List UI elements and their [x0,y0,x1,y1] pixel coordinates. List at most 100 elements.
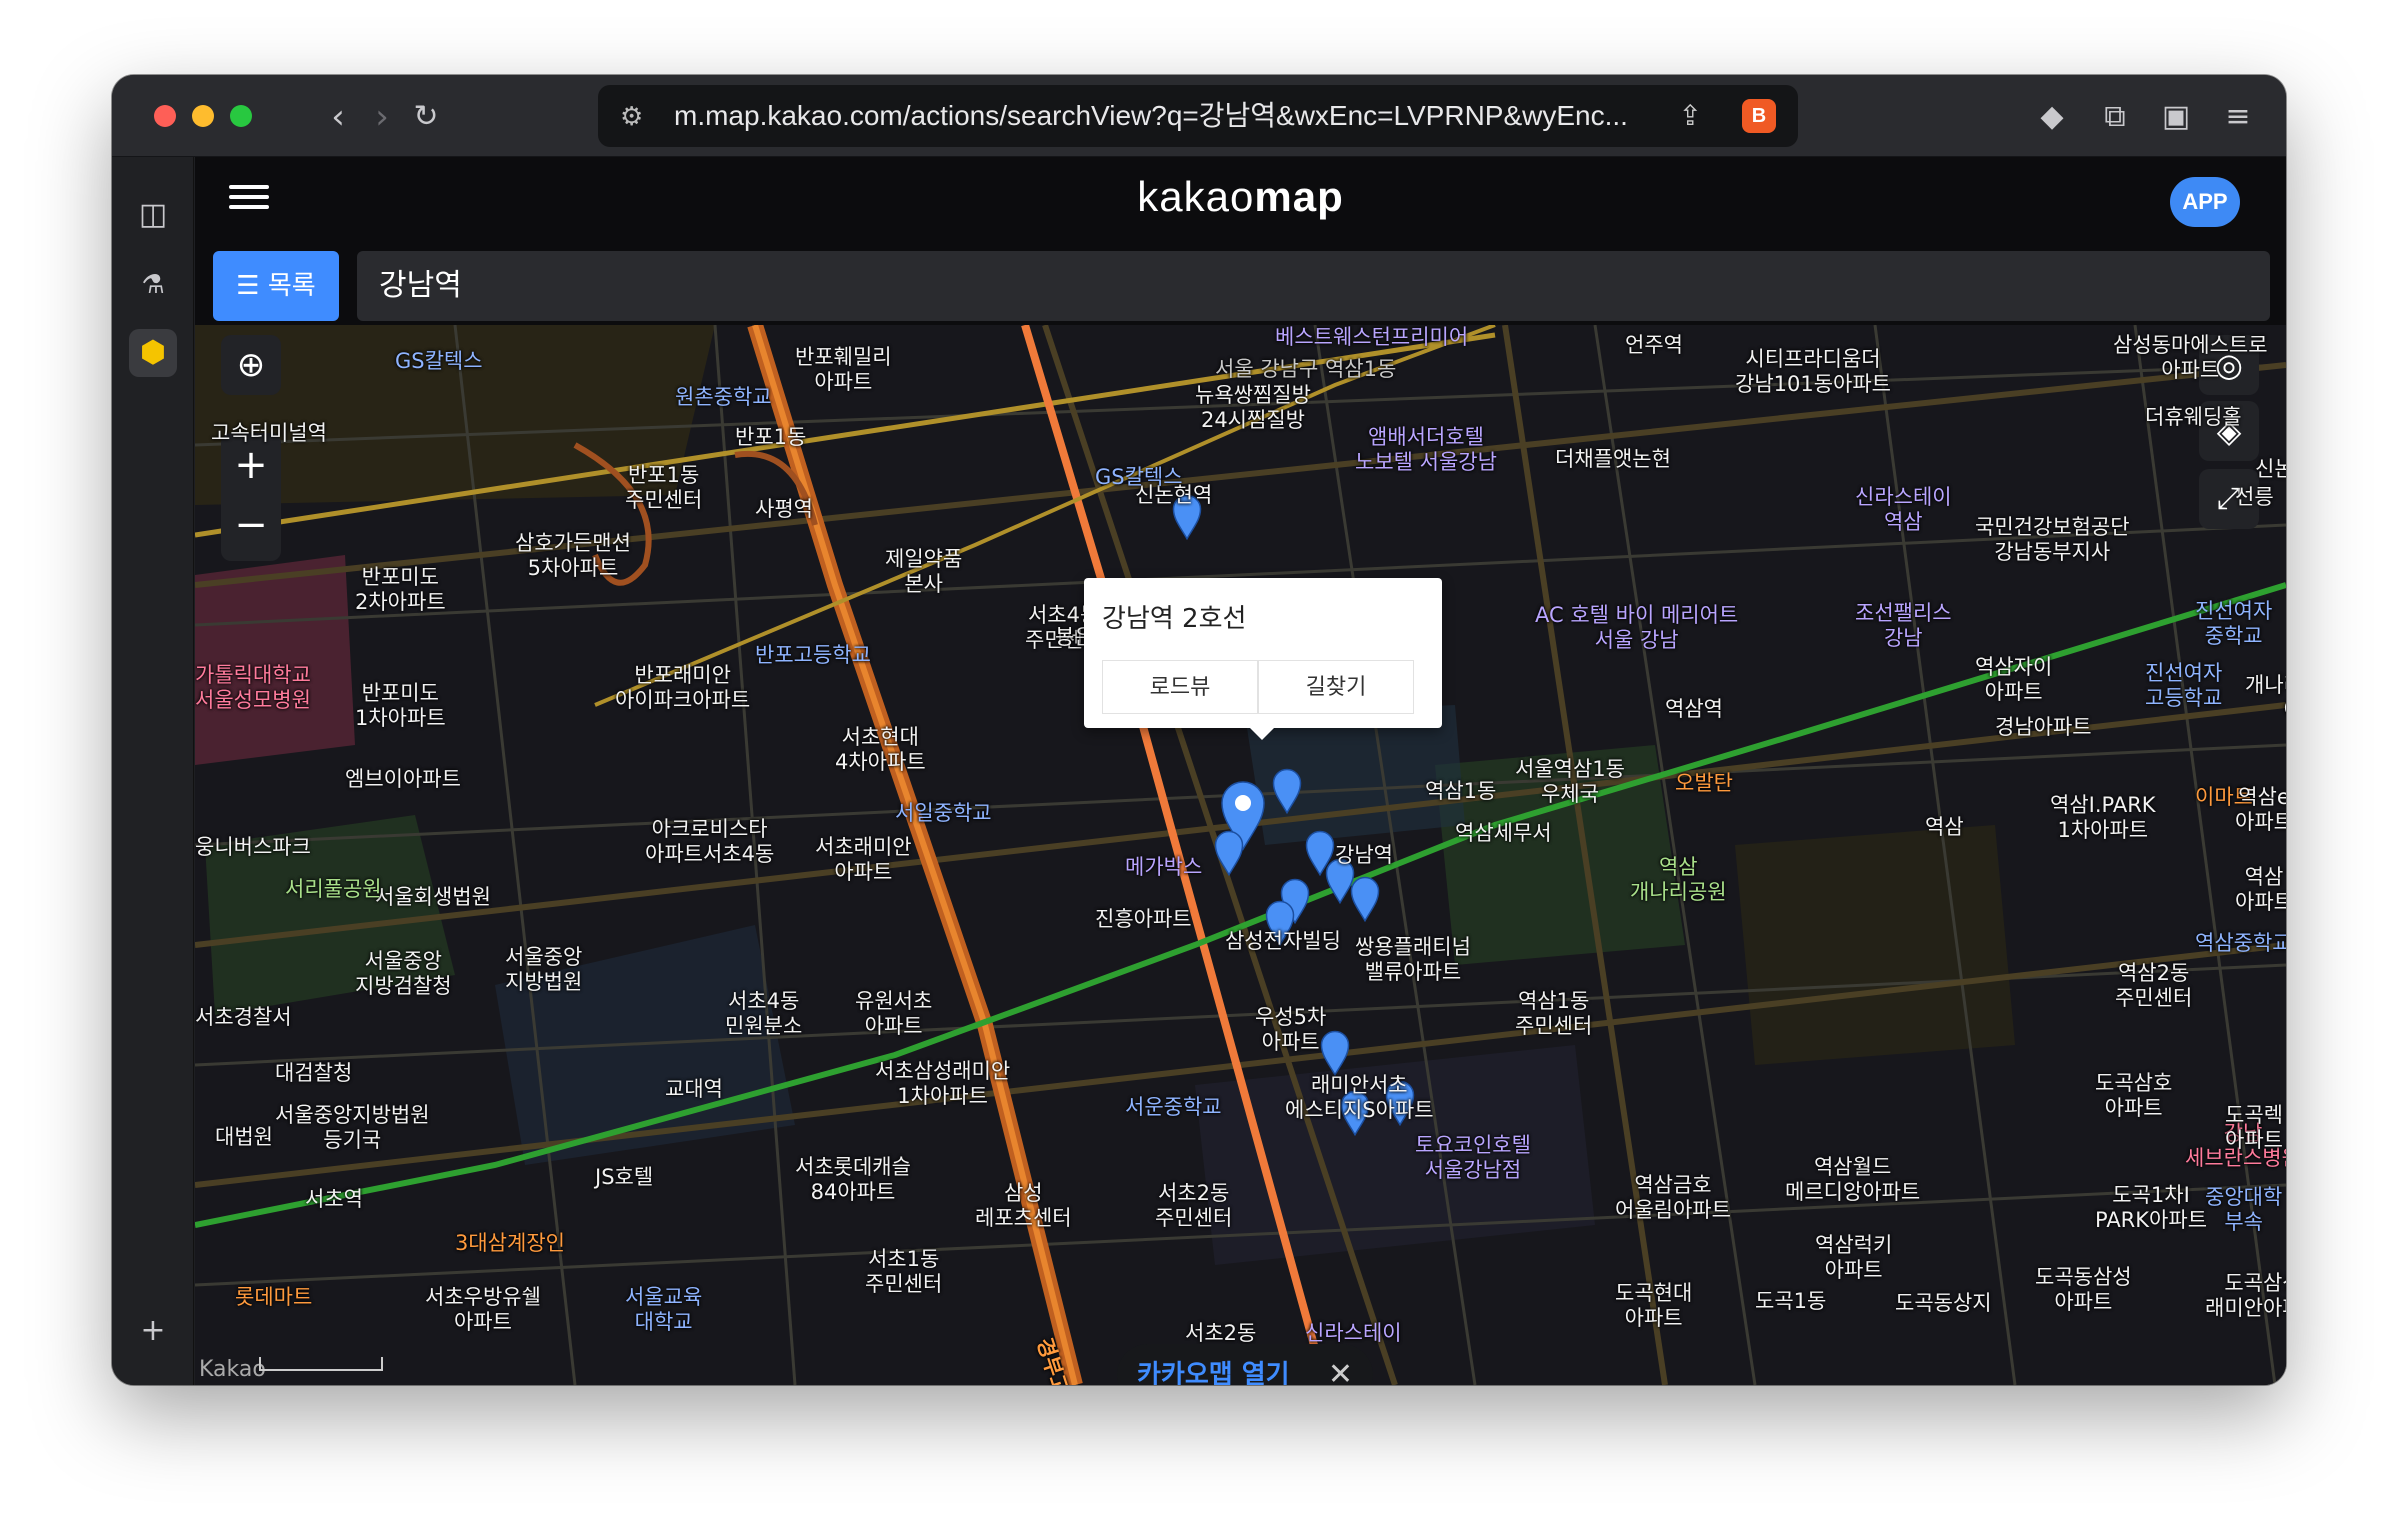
map-label[interactable]: 반포훼밀리 아파트 [795,345,892,395]
map-label[interactable]: 도곡1동 [1755,1289,1826,1314]
address-bar[interactable]: ⚙ m.map.kakao.com/actions/searchView?q=강… [598,85,1798,147]
map-label[interactable]: 뉴욕쌍찜질방 24시찜질방 [1195,383,1311,433]
current-location-button[interactable]: ⊕ [221,335,281,395]
map-label[interactable]: 고속터미널역 [211,421,327,446]
map-label[interactable]: 도곡삼호 아파트 [2095,1071,2172,1121]
map-label[interactable]: 아크로비스타 아파트서초4동 [645,817,774,867]
directions-button[interactable]: 길찾기 [1258,660,1414,714]
map-label[interactable]: 서초삼성래미안 1차아파트 [875,1059,1010,1109]
map-canvas[interactable]: ⊕ + − ◎ ◈ ⤢ GS칼텍스 원촌중학교 반포훼밀리 아파트 반포1동 반포1동 주민… [195,325,2286,1385]
map-label[interactable]: 원촌중학교 [675,385,772,410]
map-label[interactable]: 역삼자이 아파트 [1975,655,2052,705]
map-label[interactable]: 언주역 [1625,333,1683,358]
map-label[interactable]: 역삼중학교 [2195,931,2286,956]
map-label[interactable]: 서울교육 대학교 [625,1285,702,1335]
map-label[interactable]: 역삼럭키 아파트 [1815,1233,1892,1283]
map-label[interactable]: 서일중학교 [895,801,992,826]
map-label[interactable]: JS호텔 [595,1165,653,1190]
map-label[interactable]: 서초경찰서 [195,1005,292,1030]
map-label[interactable]: 앰배서더호텔 노보텔 서울강남 [1355,425,1497,475]
flask-icon[interactable]: ⚗ [129,261,177,309]
map-label[interactable]: 래미안서초 에스티지S아파트 [1285,1073,1434,1123]
map-label[interactable]: 오발탄 [1675,771,1733,796]
map-label[interactable]: 삼성동마에스트로 아파트 [2113,333,2268,383]
map-label[interactable]: AC 호텔 바이 메리어트 서울 강남 [1535,603,1738,653]
map-label[interactable]: 국민건강보험공단 강남동부지사 [1975,515,2130,565]
map-label[interactable]: 역삼 아파트 [2235,865,2286,915]
map-label[interactable]: 역삼e 아파트 [2235,785,2286,835]
map-label[interactable]: 서초우방유쉘 아파트 [425,1285,541,1335]
add-panel-icon[interactable]: + [129,1307,177,1355]
search-input[interactable]: 강남역 [357,251,2270,321]
map-label[interactable]: 역삼 [1925,815,1964,840]
map-label[interactable]: 역삼I.PARK 1차아파트 [2050,793,2156,843]
map-label[interactable]: 신논현 [2255,457,2286,482]
map-label[interactable]: 쌍용플래티넘 밸류아파트 [1355,935,1471,985]
share-icon[interactable]: ⇪ [1679,85,1702,147]
map-label[interactable]: 서초2동 주민센터 [1155,1181,1232,1231]
forward-icon[interactable]: › [362,97,402,137]
map-label[interactable]: 삼성전자빌딩 [1225,929,1341,954]
map-label[interactable]: 삼호가든맨션 5차아파트 [515,531,631,581]
map-label[interactable]: GS칼텍스 [1095,465,1183,490]
map-label[interactable]: 서초4동 민원분소 [725,989,802,1039]
map-label[interactable]: 진흥아파트 [1095,907,1192,932]
map-label[interactable]: 도곡현대 아파트 [1615,1281,1692,1331]
map-label[interactable]: 역삼2동 주민센터 [2115,961,2192,1011]
map-label[interactable]: 반포래미안 아이파크아파트 [615,663,750,713]
map-label[interactable]: 서울중앙지방법원 등기국 [275,1103,430,1153]
close-icon[interactable]: ✕ [1328,1344,1353,1385]
map-label[interactable]: 서초2동 [1185,1321,1256,1346]
map-label[interactable]: 도곡동상지 [1895,1291,1992,1316]
zoom-window-button[interactable] [230,105,252,127]
map-label[interactable]: 서울 강남구 역삼1동 [1215,357,1396,382]
map-label[interactable]: 반포미도 2차아파트 [355,565,446,615]
map-label[interactable]: 개나리푸르지오아파트 [2245,673,2286,723]
open-kakaomap-label[interactable]: 카카오맵 열기 [1137,1360,1290,1385]
map-label[interactable]: 웅니버스파크 [195,835,311,860]
zoom-out-button[interactable]: − [221,497,281,561]
map-label[interactable]: 3대삼계장인 [455,1231,565,1256]
minimize-window-button[interactable] [192,105,214,127]
map-label[interactable]: 강남역 [1335,843,1393,868]
back-icon[interactable]: ‹ [318,97,358,137]
map-label[interactable]: 서초1동 주민센터 [865,1247,942,1297]
map-label[interactable]: 더휴웨딩홀 [2145,405,2242,430]
map-label[interactable]: 신라스테이 역삼 [1855,485,1952,535]
map-label[interactable]: 엠브이아파트 [345,767,461,792]
map-label[interactable]: 베스트웨스턴프리미어 [1275,325,1468,350]
map-label[interactable]: 더채플앳논현 [1555,447,1671,472]
map-label[interactable]: 중앙대학 부속 [2205,1185,2282,1235]
map-label[interactable]: 역삼 개나리공원 [1630,855,1727,905]
map-label[interactable]: 도곡삼성래미안아파트 [2205,1271,2286,1321]
map-label[interactable]: 경남아파트 [1995,715,2092,740]
map-label[interactable]: 서초현대 4차아파트 [835,725,926,775]
map-label[interactable]: 서운중학교 [1125,1095,1222,1120]
map-label[interactable]: 삼성 레포츠센터 [975,1181,1072,1231]
map-label[interactable]: 역삼금호 어울림아파트 [1615,1173,1731,1223]
map-label[interactable]: 서리풀공원 [285,877,382,902]
map-label[interactable]: 서초역 [305,1187,363,1212]
map-label[interactable]: 신라스테이 [1305,1321,1402,1346]
map-label[interactable]: 선릉 [2235,485,2274,510]
open-kakaomap-bar[interactable]: 카카오맵 열기 ✕ [1117,1344,1373,1385]
map-label[interactable]: 서울회생법원 [375,885,491,910]
map-label[interactable]: 진선여자 중학교 [2195,599,2272,649]
close-window-button[interactable] [154,105,176,127]
extensions-icon[interactable]: ⧉ [2095,97,2135,137]
map-label[interactable]: 도곡1차I PARK아파트 [2095,1183,2207,1233]
map-label[interactable]: 서울역삼1동 우체국 [1515,757,1625,807]
map-label[interactable]: 서초래미안 아파트 [815,835,912,885]
map-label[interactable]: GS칼텍스 [395,349,483,374]
map-label[interactable]: 시티프라디움더 강남101동아파트 [1735,347,1891,397]
map-label[interactable]: 롯데마트 [235,1285,312,1310]
map-label[interactable]: 역삼1동 [1425,779,1496,804]
map-label[interactable]: 역삼1동 주민센터 [1515,989,1592,1039]
map-label[interactable]: 교대역 [665,1077,723,1102]
wallet-icon[interactable]: ◆ [2032,97,2072,137]
map-label[interactable]: 반포1동 주민센터 [625,463,702,513]
menu-icon[interactable]: ≡ [2218,97,2258,137]
map-label[interactable]: 반포고등학교 [755,643,871,668]
app-download-button[interactable]: APP [2170,177,2240,227]
site-settings-icon[interactable]: ⚙ [620,85,643,147]
